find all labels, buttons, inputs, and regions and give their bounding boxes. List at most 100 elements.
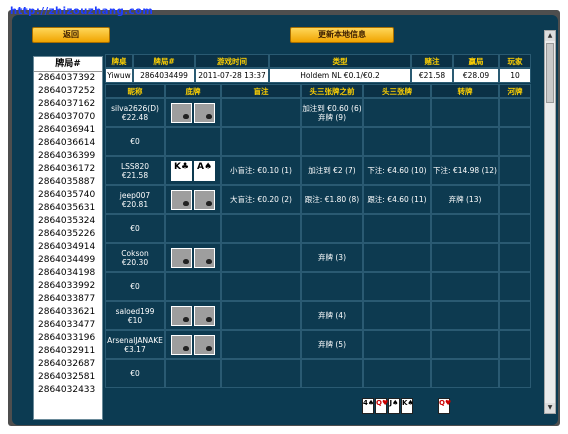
flop-action: 下注: €4.60 (10): [363, 156, 431, 185]
column-header-hole-cards: 底牌: [165, 84, 221, 98]
card-back-icon: [194, 189, 215, 210]
hand-list-item[interactable]: 2864033477: [34, 319, 102, 332]
card-face: A♠: [194, 160, 215, 181]
card-back-icon: [171, 102, 192, 123]
scroll-up-icon[interactable]: ▲: [545, 31, 555, 41]
flop-action: 跟注: €4.60 (11): [363, 185, 431, 214]
player-name: ArsenalJANAKE €3.17: [105, 330, 165, 359]
hand-list-item[interactable]: 2864037392: [34, 72, 102, 85]
hole-cards: [171, 189, 215, 210]
back-button[interactable]: 返回: [32, 27, 110, 43]
hand-list-item[interactable]: 2864033621: [34, 306, 102, 319]
hand-list-item[interactable]: 2864033877: [34, 293, 102, 306]
player-name: Cokson €20.30: [105, 243, 165, 272]
player-name: €0: [105, 214, 165, 243]
vertical-scrollbar[interactable]: ▲ ▼: [544, 30, 556, 414]
hand-list-item[interactable]: 2864036172: [34, 163, 102, 176]
info-value-game-type: Holdem NL €0.1/€0.2: [269, 68, 411, 83]
hand-list-item[interactable]: 2864037162: [34, 98, 102, 111]
turn-action: [431, 127, 499, 156]
hand-list-item[interactable]: 2864035740: [34, 189, 102, 202]
preflop-action: 跟注: €1.80 (8): [301, 185, 363, 214]
hand-list-item[interactable]: 2864035631: [34, 202, 102, 215]
column-header-turn: 转牌: [431, 84, 499, 98]
hand-list-item[interactable]: 2864035887: [34, 176, 102, 189]
player-name: LSS820 €21.58: [105, 156, 165, 185]
scroll-thumb[interactable]: [546, 43, 554, 103]
player-name: saloed199 €10: [105, 301, 165, 330]
card-back-icon: [194, 305, 215, 326]
card-face: K♣: [171, 160, 192, 181]
river-action: [499, 359, 531, 388]
hole-cards-cell: [165, 243, 221, 272]
hole-cards-cell: [165, 127, 221, 156]
hole-cards-cell: [165, 272, 221, 301]
preflop-action: [301, 127, 363, 156]
flop-action: [363, 214, 431, 243]
player-name: €0: [105, 359, 165, 388]
player-name: €0: [105, 272, 165, 301]
hand-list-item[interactable]: 2864035226: [34, 228, 102, 241]
card-back-icon: [194, 247, 215, 268]
hand-list-item[interactable]: 2864032581: [34, 371, 102, 384]
river-action: [499, 243, 531, 272]
hand-list-item[interactable]: 2864032433: [34, 384, 102, 397]
hand-list-item[interactable]: 2864037252: [34, 85, 102, 98]
preflop-action: 弃牌 (4): [301, 301, 363, 330]
blind-action: [221, 243, 301, 272]
hand-list[interactable]: 牌局# 2864037392 2864037252 2864037162 286403…: [33, 56, 103, 420]
turn-action: [431, 243, 499, 272]
hand-list-item[interactable]: 2864036399: [34, 150, 102, 163]
blind-action: 小盲注: €0.10 (1): [221, 156, 301, 185]
hand-list-item[interactable]: 2864036941: [34, 124, 102, 137]
river-action: [499, 185, 531, 214]
flop-action: [363, 127, 431, 156]
blind-action: [221, 127, 301, 156]
board-card: 4♠: [362, 398, 374, 414]
column-header-river: 河牌: [499, 84, 531, 98]
flop-action: [363, 359, 431, 388]
board-turn-cards: Q♥: [438, 398, 451, 414]
board-card: Q♥: [438, 398, 451, 414]
info-value-hand-number: 2864034499: [133, 68, 195, 83]
board-card: Q♥: [375, 398, 388, 414]
turn-action: [431, 214, 499, 243]
info-header-game-type: 类型: [269, 54, 411, 68]
info-header-players: 玩家: [499, 54, 531, 68]
hand-list-item[interactable]: 2864033992: [34, 280, 102, 293]
column-header-preflop: 头三张牌之前: [301, 84, 363, 98]
preflop-action: 加注到 €2 (7): [301, 156, 363, 185]
player-name: €0: [105, 127, 165, 156]
hand-list-item[interactable]: 2864034198: [34, 267, 102, 280]
hand-list-item[interactable]: 2864034914: [34, 241, 102, 254]
flop-action: [363, 301, 431, 330]
hole-cards-cell: K♣ A♠: [165, 156, 221, 185]
info-header-stakes: 赌注: [411, 54, 453, 68]
hand-list-item[interactable]: 2864035324: [34, 215, 102, 228]
river-action: [499, 330, 531, 359]
preflop-action: 弃牌 (5): [301, 330, 363, 359]
preflop-action: [301, 272, 363, 301]
preflop-action: [301, 359, 363, 388]
hand-list-item[interactable]: 2864032911: [34, 345, 102, 358]
scroll-down-icon[interactable]: ▼: [545, 403, 555, 413]
info-header-winnings: 赢局: [453, 54, 499, 68]
hand-list-item[interactable]: 2864034499: [34, 254, 102, 267]
river-action: [499, 301, 531, 330]
info-header-table: 牌桌: [105, 54, 133, 68]
info-value-players: 10: [499, 68, 531, 83]
preflop-action: 加注到 €0.60 (6) 弃牌 (9): [301, 98, 363, 127]
hand-list-item[interactable]: 2864036614: [34, 137, 102, 150]
hand-list-item[interactable]: 2864037070: [34, 111, 102, 124]
flop-action: [363, 98, 431, 127]
hole-cards-cell: [165, 330, 221, 359]
flop-action: [363, 243, 431, 272]
hand-list-item[interactable]: 2864033196: [34, 332, 102, 345]
column-header-nickname: 昵称: [105, 84, 165, 98]
blind-action: [221, 330, 301, 359]
info-value-table: Yiwuw: [105, 68, 133, 83]
hand-list-item[interactable]: 2864032687: [34, 358, 102, 371]
update-local-info-button[interactable]: 更新本地信息: [290, 27, 394, 43]
hole-cards: [171, 334, 215, 355]
card-back-icon: [171, 334, 192, 355]
